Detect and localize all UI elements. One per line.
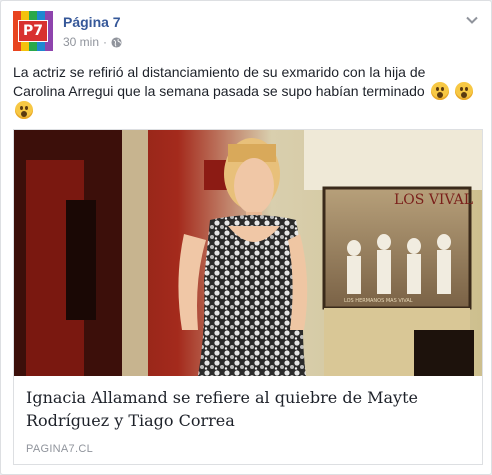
article-photo[interactable]: LOS VIVAL LOS HERMANOS MAS VIVAL [14, 130, 482, 376]
chevron-down-icon[interactable] [465, 13, 479, 27]
avatar[interactable]: P7 [13, 11, 53, 51]
astonished-face-emoji [430, 82, 449, 100]
photo-illustration: LOS VIVAL LOS HERMANOS MAS VIVAL [14, 130, 482, 376]
facebook-post-card: P7 Página 7 30 min · La actriz se refiri… [0, 0, 492, 475]
post-meta: 30 min · [63, 35, 122, 49]
timestamp-link[interactable]: 30 min [63, 35, 99, 49]
page-name-link[interactable]: Página 7 [63, 14, 121, 30]
link-preview[interactable]: LOS VIVAL LOS HERMANOS MAS VIVAL Ignacia… [13, 129, 483, 465]
link-title[interactable]: Ignacia Allamand se refiere al quiebre d… [26, 386, 466, 432]
poster-text: LOS VIVAL [394, 192, 473, 208]
globe-icon[interactable] [111, 36, 122, 48]
avatar-logo: P7 [18, 20, 48, 42]
meta-separator: · [103, 35, 108, 49]
astonished-face-emoji [454, 82, 473, 100]
link-domain: PAGINA7.CL [26, 443, 93, 455]
astonished-face-emoji [15, 101, 33, 119]
poster-subtext: LOS HERMANOS MAS VIVAL [344, 298, 413, 304]
post-text-body: La actriz se refirió al distanciamiento … [13, 64, 426, 99]
post-text: La actriz se refirió al distanciamiento … [13, 63, 481, 120]
post-header: P7 Página 7 30 min · [13, 11, 481, 55]
